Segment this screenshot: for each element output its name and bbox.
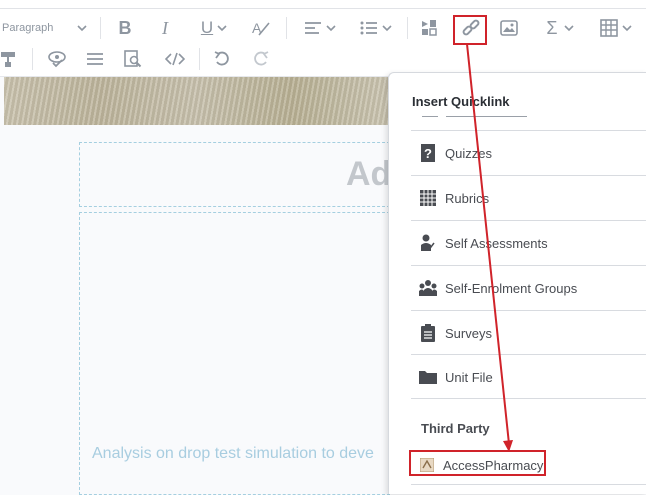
- annotation-arrow: [466, 43, 513, 452]
- arrow-head-icon: [503, 440, 513, 452]
